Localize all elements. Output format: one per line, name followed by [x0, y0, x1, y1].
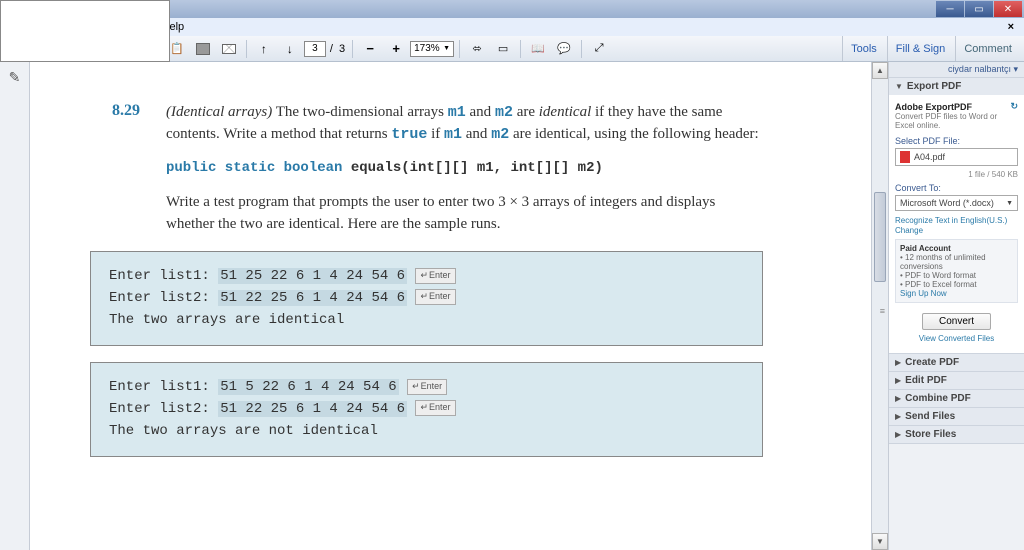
enter-key-icon: Enter	[407, 379, 447, 395]
arrow-up-icon	[256, 41, 272, 57]
mail-button[interactable]	[217, 39, 241, 59]
print-icon	[196, 43, 210, 55]
zoom-in-button[interactable]	[384, 39, 408, 59]
thumbnails-icon[interactable]	[0, 0, 170, 62]
fit-page-button[interactable]: ▭	[491, 39, 515, 59]
recognize-text: Recognize Text in English(U.S.)	[895, 216, 1007, 225]
page-total: 3	[337, 43, 347, 55]
close-button[interactable]: ✕	[994, 1, 1022, 17]
page-down-button[interactable]	[278, 39, 302, 59]
print-button[interactable]	[191, 39, 215, 59]
pdf-file-icon	[900, 151, 910, 163]
scroll-down-button[interactable]: ▼	[872, 533, 888, 550]
view-converted-link[interactable]: View Converted Files	[895, 334, 1018, 343]
exercise-number: 8.29	[90, 102, 140, 235]
comment-tool-button[interactable]: 💬	[552, 39, 576, 59]
left-nav-strip	[0, 62, 30, 550]
select-file-label: Select PDF File:	[895, 136, 1018, 146]
change-link[interactable]: Change	[895, 226, 923, 235]
export-brand: Adobe ExportPDF	[895, 102, 972, 112]
right-sidebar: ciydar nalbantçı ▾ Export PDF Adobe Expo…	[888, 62, 1024, 550]
page-number-input[interactable]	[304, 41, 326, 57]
vertical-scrollbar[interactable]: ▲ ≡ ▼	[871, 62, 888, 550]
document-viewport[interactable]: 8.29 (Identical arrays) The two-dimensio…	[30, 62, 871, 550]
sample-run-2: Enter list1: 51 5 22 6 1 4 24 54 6 Enter…	[90, 362, 763, 457]
book-icon: 📖	[530, 41, 546, 57]
signature-icon[interactable]	[6, 68, 24, 86]
export-pdf-panel-header[interactable]: Export PDF	[889, 78, 1024, 95]
mail-icon	[222, 44, 236, 54]
minus-icon	[362, 41, 378, 57]
convert-to-label: Convert To:	[895, 183, 1018, 193]
maximize-button[interactable]: ▭	[965, 1, 993, 17]
exercise-instruction: Write a test program that prompts the us…	[166, 192, 763, 236]
convert-button[interactable]: Convert	[922, 313, 991, 330]
scroll-up-button[interactable]: ▲	[872, 62, 888, 79]
exercise-body: (Identical arrays) The two-dimensional a…	[166, 102, 763, 235]
menu-close-doc[interactable]: ×	[1002, 21, 1020, 33]
send-files-panel[interactable]: Send Files	[889, 408, 1024, 425]
zoom-out-button[interactable]	[358, 39, 382, 59]
enter-key-icon: Enter	[415, 400, 455, 416]
pdf-page: 8.29 (Identical arrays) The two-dimensio…	[30, 62, 871, 550]
plus-icon	[388, 41, 404, 57]
fit-page-icon: ▭	[495, 41, 511, 57]
bubble-icon: 💬	[556, 41, 572, 57]
user-account[interactable]: ciydar nalbantçı ▾	[889, 62, 1024, 78]
fill-sign-link[interactable]: Fill & Sign	[887, 36, 954, 61]
signup-link[interactable]: Sign Up Now	[900, 289, 1013, 298]
enter-key-icon: Enter	[415, 268, 455, 284]
arrow-down-icon	[282, 41, 298, 57]
sample-run-1: Enter list1: 51 25 22 6 1 4 24 54 6 Ente…	[90, 251, 763, 346]
enter-key-icon: Enter	[415, 289, 455, 305]
promo-box: Paid Account • 12 months of unlimited co…	[895, 239, 1018, 303]
create-pdf-panel[interactable]: Create PDF	[889, 354, 1024, 371]
clipboard-icon: 📋	[169, 41, 185, 57]
page-sep: /	[328, 43, 335, 55]
convert-target-select[interactable]: Microsoft Word (*.docx)▼	[895, 195, 1018, 211]
minimize-button[interactable]: ─	[936, 1, 964, 17]
expand-icon: ⤢	[591, 41, 607, 57]
zoom-select[interactable]: 173%▼	[410, 41, 454, 57]
method-header: public static boolean equals(int[][] m1,…	[166, 158, 763, 178]
selected-file[interactable]: A04.pdf	[895, 148, 1018, 166]
fit-width-button[interactable]: ⬄	[465, 39, 489, 59]
store-files-panel[interactable]: Store Files	[889, 426, 1024, 443]
refresh-icon[interactable]: ↻	[1010, 101, 1018, 112]
scroll-thumb[interactable]	[874, 192, 886, 282]
fullscreen-button[interactable]: ⤢	[587, 39, 611, 59]
tools-link[interactable]: Tools	[842, 36, 885, 61]
read-mode-button[interactable]: 📖	[526, 39, 550, 59]
comment-link[interactable]: Comment	[955, 36, 1020, 61]
combine-pdf-panel[interactable]: Combine PDF	[889, 390, 1024, 407]
fit-width-icon: ⬄	[469, 41, 485, 57]
export-panel-body: Adobe ExportPDF↻ Convert PDF files to Wo…	[889, 95, 1024, 353]
page-up-button[interactable]	[252, 39, 276, 59]
edit-pdf-panel[interactable]: Edit PDF	[889, 372, 1024, 389]
file-meta: 1 file / 540 KB	[895, 170, 1018, 179]
